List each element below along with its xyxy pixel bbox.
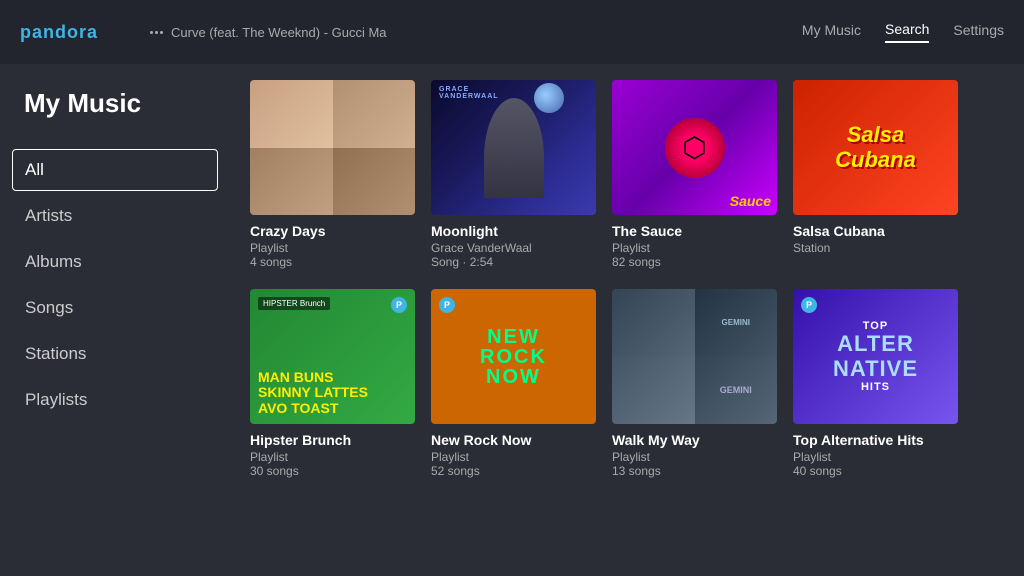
now-playing-text: Curve (feat. The Weeknd) - Gucci Ma [171, 25, 387, 40]
main-content: Crazy Days Playlist 4 songs Moonlight Gr… [230, 64, 1024, 576]
pandora-logo: pandora [20, 22, 150, 43]
sidebar-item-all[interactable]: All [12, 149, 218, 191]
card-title: Salsa Cubana [793, 223, 958, 239]
card-type: Playlist [793, 450, 958, 464]
card-title: Top Alternative Hits [793, 432, 958, 448]
nav-links: My Music Search Settings [802, 21, 1004, 43]
top-alt-main-text: TOPALTERNATIVEHITS [833, 320, 918, 393]
sauce-brand-text: Sauce [730, 193, 771, 209]
card-image-top-alternative-hits: P TOPALTERNATIVEHITS [793, 289, 958, 424]
card-detail: 4 songs [250, 255, 415, 269]
card-type: Playlist [612, 241, 777, 255]
card-new-rock-now[interactable]: P NEWROCKNOW New Rock Now Playlist 52 so… [431, 289, 596, 478]
card-type: Playlist [612, 450, 777, 464]
card-type: Playlist [431, 450, 596, 464]
pandora-badge: P [801, 297, 817, 313]
card-detail: 82 songs [612, 255, 777, 269]
nav-my-music[interactable]: My Music [802, 22, 861, 42]
card-image-crazy-days [250, 80, 415, 215]
now-playing-icon [150, 31, 163, 34]
hb-main-text: MAN BUNSSKINNY LATTESAVO TOAST [258, 370, 368, 416]
hb-tag-text: HIPSTER Brunch [258, 297, 330, 310]
sidebar-item-playlists[interactable]: Playlists [0, 377, 230, 423]
nav-settings[interactable]: Settings [953, 22, 1004, 42]
card-the-sauce[interactable]: Sauce The Sauce Playlist 82 songs [612, 80, 777, 269]
card-type: Playlist [250, 241, 415, 255]
sidebar-item-albums[interactable]: Albums [0, 239, 230, 285]
sidebar-item-artists[interactable]: Artists [0, 193, 230, 239]
card-title: Walk My Way [612, 432, 777, 448]
card-detail: 52 songs [431, 464, 596, 478]
card-image-walk-my-way: GEMINI GEMINI [612, 289, 777, 424]
sidebar-item-songs[interactable]: Songs [0, 285, 230, 331]
sidebar-title: My Music [0, 88, 230, 119]
card-title: Hipster Brunch [250, 432, 415, 448]
sidebar: My Music All Artists Albums Songs Statio… [0, 64, 230, 576]
card-type: Playlist [250, 450, 415, 464]
card-image-new-rock-now: P NEWROCKNOW [431, 289, 596, 424]
card-crazy-days[interactable]: Crazy Days Playlist 4 songs [250, 80, 415, 269]
pandora-badge: P [391, 297, 407, 313]
card-image-hipster-brunch: HIPSTER Brunch P MAN BUNSSKINNY LATTESAV… [250, 289, 415, 424]
card-image-the-sauce: Sauce [612, 80, 777, 215]
card-image-moonlight [431, 80, 596, 215]
music-grid: Crazy Days Playlist 4 songs Moonlight Gr… [250, 80, 1004, 478]
card-detail: 30 songs [250, 464, 415, 478]
card-image-salsa-cubana: SalsaCubana [793, 80, 958, 215]
nav-search[interactable]: Search [885, 21, 929, 43]
card-title: New Rock Now [431, 432, 596, 448]
card-detail: 40 songs [793, 464, 958, 478]
nrn-main-text: NEWROCKNOW [480, 327, 547, 387]
card-title: Crazy Days [250, 223, 415, 239]
card-moonlight[interactable]: Moonlight Grace VanderWaal Song · 2:54 [431, 80, 596, 269]
card-title: Moonlight [431, 223, 596, 239]
header: pandora Curve (feat. The Weeknd) - Gucci… [0, 0, 1024, 64]
card-hipster-brunch[interactable]: HIPSTER Brunch P MAN BUNSSKINNY LATTESAV… [250, 289, 415, 478]
card-detail: 13 songs [612, 464, 777, 478]
now-playing-bar[interactable]: Curve (feat. The Weeknd) - Gucci Ma [150, 25, 802, 40]
card-salsa-cubana[interactable]: SalsaCubana Salsa Cubana Station [793, 80, 958, 269]
salsa-art-text: SalsaCubana [835, 123, 916, 171]
pandora-badge: P [439, 297, 455, 313]
card-walk-my-way[interactable]: GEMINI GEMINI Walk My Way Playlist 13 so… [612, 289, 777, 478]
card-title: The Sauce [612, 223, 777, 239]
sidebar-item-stations[interactable]: Stations [0, 331, 230, 377]
main-layout: My Music All Artists Albums Songs Statio… [0, 64, 1024, 576]
card-type: Grace VanderWaal [431, 241, 596, 255]
card-type: Station [793, 241, 958, 255]
card-detail: Song · 2:54 [431, 255, 596, 269]
card-top-alternative-hits[interactable]: P TOPALTERNATIVEHITS Top Alternative Hit… [793, 289, 958, 478]
